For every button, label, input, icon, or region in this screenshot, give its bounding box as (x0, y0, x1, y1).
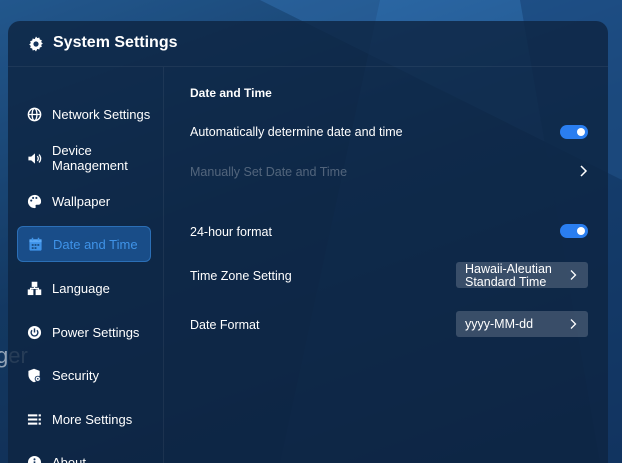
palette-icon (27, 194, 42, 208)
sidebar-item-label: More Settings (52, 412, 133, 427)
time-zone-label: Time Zone Setting (190, 269, 292, 283)
language-icon (27, 281, 42, 295)
sidebar-item-wallpaper[interactable]: Wallpaper (17, 183, 151, 219)
sidebar-item-label: About (52, 455, 86, 463)
info-icon (27, 455, 42, 463)
window-title: System Settings (53, 34, 178, 51)
date-format-select[interactable]: yyyy-MM-dd (456, 311, 588, 337)
sidebar-item-label: Date and Time (53, 237, 138, 252)
sidebar-item-label: Wallpaper (52, 194, 111, 209)
date-format-label: Date Format (190, 318, 260, 332)
sidebar-item-label: Power Settings (52, 325, 140, 340)
power-icon (27, 325, 42, 339)
gear-icon (29, 36, 43, 52)
list-icon (27, 413, 41, 425)
section-title: Date and Time (190, 86, 272, 100)
auto-date-time-label: Automatically determine date and time (190, 125, 403, 139)
sidebar-item-about[interactable]: About (17, 444, 151, 463)
sidebar-item-date-and-time[interactable]: Date and Time (17, 226, 151, 262)
date-format-value: yyyy-MM-dd (465, 317, 534, 331)
chevron-right-icon[interactable] (578, 164, 588, 178)
speaker-icon (28, 152, 42, 164)
window-header: System Settings (8, 21, 608, 66)
globe-icon (27, 107, 42, 121)
manual-date-time-label: Manually Set Date and Time (190, 165, 348, 179)
sidebar-item-language[interactable]: Language (17, 270, 151, 306)
settings-sidebar: Network Settings Device Management Wallp… (8, 67, 163, 463)
sidebar-item-device-management[interactable]: Device Management (17, 139, 151, 177)
time-zone-value: Hawaii-Aleutian Standard Time (465, 262, 552, 289)
shield-icon (28, 368, 41, 382)
24-hour-format-label: 24-hour format (190, 225, 272, 239)
auto-date-time-toggle[interactable] (560, 125, 588, 139)
date-time-settings-panel: Date and Time Automatically determine da… (164, 67, 608, 463)
settings-window: System Settings Network Settings Device … (8, 21, 608, 463)
sidebar-item-label: Device Management (52, 143, 128, 173)
sidebar-item-label: Network Settings (52, 107, 151, 122)
sidebar-item-label: Security (52, 368, 99, 383)
24-hour-format-toggle[interactable] (560, 224, 588, 238)
sidebar-item-power-settings[interactable]: Power Settings (17, 314, 151, 350)
chevron-right-icon (570, 319, 577, 329)
toggle-knob (577, 128, 585, 136)
sidebar-item-network-settings[interactable]: Network Settings (17, 96, 151, 132)
sidebar-item-label: Language (52, 281, 110, 296)
sidebar-item-more-settings[interactable]: More Settings (17, 401, 151, 437)
toggle-knob (577, 227, 585, 235)
time-zone-select[interactable]: Hawaii-Aleutian Standard Time (456, 262, 588, 288)
calendar-icon (29, 237, 42, 251)
sidebar-item-security[interactable]: Security (17, 357, 151, 393)
chevron-right-icon (570, 270, 577, 280)
